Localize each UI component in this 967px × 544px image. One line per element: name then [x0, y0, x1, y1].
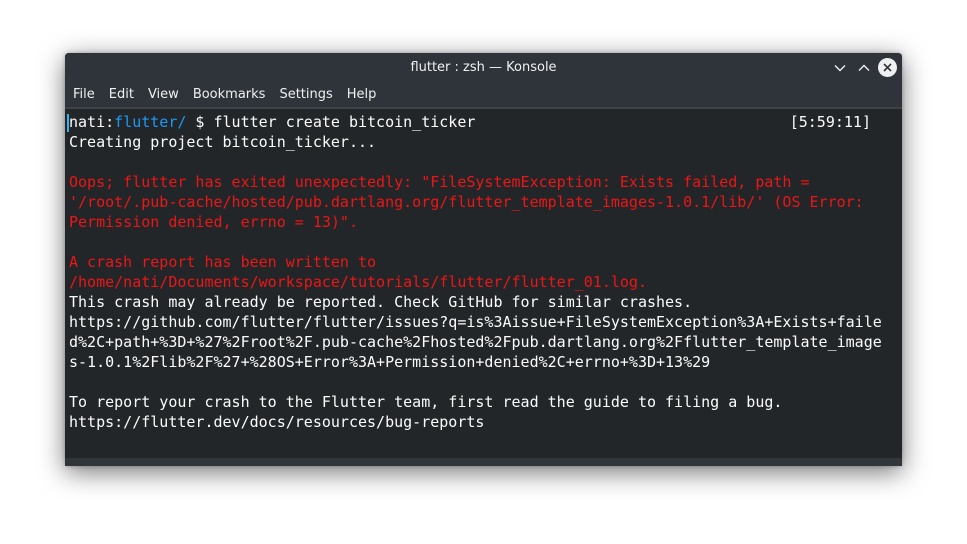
- prompt-clock: [5:59:11]: [789, 113, 871, 131]
- prompt-user: nati: [69, 113, 106, 131]
- prompt-colon: :: [105, 113, 115, 131]
- bug-report-url-line: https://flutter.dev/docs/resources/bug-r…: [69, 413, 485, 431]
- window-controls: [829, 57, 898, 78]
- minimize-button[interactable]: [829, 57, 850, 78]
- window-title: flutter : zsh — Konsole: [410, 60, 557, 75]
- output-line: To report your crash to the Flutter team…: [69, 393, 783, 411]
- issue-url-line: s-1.0.1%2Flib%2F%27+%28OS+Error%3A+Permi…: [69, 353, 711, 371]
- prompt-command: $ flutter create bitcoin_ticker: [186, 113, 476, 131]
- output-line: This crash may already be reported. Chec…: [69, 293, 693, 311]
- menu-help[interactable]: Help: [341, 82, 383, 107]
- prompt-directory: flutter/: [114, 113, 187, 131]
- issue-url-line: https://github.com/flutter/flutter/issue…: [69, 313, 882, 331]
- menu-view[interactable]: View: [142, 82, 185, 107]
- title-bar[interactable]: flutter : zsh — Konsole: [65, 53, 902, 82]
- chevron-up-icon: [858, 64, 869, 71]
- crash-report-line: /home/nati/Documents/workspace/tutorials…: [69, 273, 647, 291]
- output-line: Creating project bitcoin_ticker...: [69, 133, 377, 151]
- error-line: Oops; flutter has exited unexpectedly: "…: [69, 173, 810, 191]
- error-line: Permission denied, errno = 13)".: [69, 213, 358, 231]
- crash-report-line: A crash report has been written to: [69, 253, 377, 271]
- menu-edit[interactable]: Edit: [103, 82, 140, 107]
- prompt-line: nati:flutter/ $ flutter create bitcoin_t…: [69, 112, 902, 132]
- maximize-button[interactable]: [853, 57, 874, 78]
- konsole-window: flutter : zsh — Konsole File Edit View B…: [65, 53, 902, 466]
- close-button[interactable]: [877, 57, 898, 78]
- menu-settings[interactable]: Settings: [273, 82, 338, 107]
- close-icon: [878, 58, 897, 77]
- terminal-output[interactable]: nati:flutter/ $ flutter create bitcoin_t…: [65, 109, 902, 458]
- error-line: '/root/.pub-cache/hosted/pub.dartlang.or…: [69, 193, 864, 211]
- chevron-down-icon: [834, 64, 845, 71]
- issue-url-line: d%2C+path+%3D+%27%2Froot%2F.pub-cache%2F…: [69, 333, 882, 351]
- window-bottom-edge: [65, 458, 902, 466]
- menu-bookmarks[interactable]: Bookmarks: [187, 82, 272, 107]
- menu-file[interactable]: File: [67, 82, 101, 107]
- menu-bar: File Edit View Bookmarks Settings Help: [65, 82, 902, 107]
